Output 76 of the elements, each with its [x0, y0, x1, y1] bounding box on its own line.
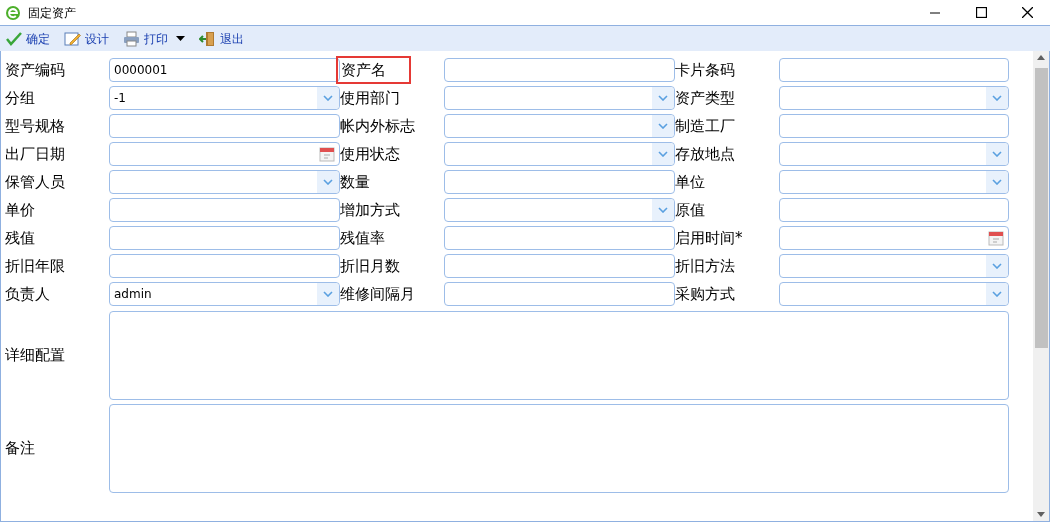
toolbar-button[interactable]: 打印	[121, 27, 187, 50]
field-label: 维修间隔月	[340, 283, 415, 305]
field-label: 资产编码	[5, 59, 65, 81]
calendar-icon[interactable]	[988, 230, 1004, 246]
text-field[interactable]: 0000001	[109, 58, 340, 82]
field-label: 负责人	[5, 283, 50, 305]
text-field[interactable]	[444, 58, 675, 82]
field-label: 残值率	[340, 227, 385, 249]
field-label: 折旧年限	[5, 255, 65, 277]
toolbar-button[interactable]: 确定	[4, 27, 52, 50]
field-label: 单位	[675, 171, 705, 193]
text-field[interactable]	[444, 170, 675, 194]
field-label: 卡片条码	[675, 59, 735, 81]
maximize-icon	[975, 7, 987, 18]
dropdown-field[interactable]	[444, 198, 675, 222]
field-label: 帐内外标志	[340, 115, 415, 137]
dropdown-field[interactable]	[779, 282, 1009, 306]
text-area[interactable]	[109, 404, 1009, 493]
dropdown-field[interactable]	[444, 114, 675, 138]
close-icon	[1021, 7, 1033, 18]
field-label: 使用部门	[340, 87, 400, 109]
text-field[interactable]	[109, 226, 340, 250]
field-label: 启用时间*	[675, 227, 743, 249]
text-field[interactable]	[779, 58, 1009, 82]
app-logo-icon	[5, 4, 21, 21]
printer-icon	[123, 30, 140, 47]
dropdown-field[interactable]	[109, 170, 340, 194]
field-label: 原值	[675, 199, 705, 221]
calendar-icon[interactable]	[319, 146, 335, 162]
text-field[interactable]	[444, 226, 675, 250]
field-label: 出厂日期	[5, 143, 65, 165]
dropdown-field[interactable]	[779, 86, 1009, 110]
dropdown-field[interactable]	[444, 86, 675, 110]
toolbar-button[interactable]: 退出	[197, 27, 246, 50]
dropdown-field[interactable]	[779, 170, 1009, 194]
scrollbar[interactable]	[1033, 51, 1049, 521]
text-field[interactable]	[779, 198, 1009, 222]
dropdown-field[interactable]	[444, 142, 675, 166]
scroll-down-icon[interactable]	[1037, 512, 1045, 517]
field-label: 使用状态	[340, 143, 400, 165]
text-field[interactable]	[109, 114, 340, 138]
dropdown-field[interactable]: -1	[109, 86, 340, 110]
field-label: 增加方式	[340, 199, 400, 221]
scroll-up-icon[interactable]	[1037, 55, 1045, 60]
text-field[interactable]	[109, 198, 340, 222]
field-label: 折旧月数	[340, 255, 400, 277]
field-label: 详细配置	[5, 345, 66, 367]
field-label: 备注	[5, 438, 36, 460]
text-field[interactable]	[779, 114, 1009, 138]
text-area[interactable]	[109, 311, 1009, 400]
text-field[interactable]	[444, 282, 675, 306]
toolbar-button[interactable]: 设计	[62, 27, 111, 50]
field-label: 折旧方法	[675, 255, 735, 277]
window-title: 固定资产	[28, 4, 76, 22]
date-field[interactable]	[779, 226, 1009, 250]
exit-door-icon	[199, 30, 216, 47]
field-label: 型号规格	[5, 115, 65, 137]
dropdown-field[interactable]: admin	[109, 282, 340, 306]
dropdown-field[interactable]	[779, 142, 1009, 166]
text-field[interactable]	[109, 254, 340, 278]
dropdown-field[interactable]	[779, 254, 1009, 278]
date-field[interactable]	[109, 142, 340, 166]
text-field[interactable]	[444, 254, 675, 278]
checkmark-icon	[6, 30, 22, 47]
field-label: 残值	[5, 227, 35, 249]
field-label: 单价	[5, 199, 35, 221]
field-label: 存放地点	[675, 143, 735, 165]
pencil-notepad-icon	[64, 30, 81, 47]
field-label: 采购方式	[675, 283, 735, 305]
field-label: 分组	[5, 87, 35, 109]
field-label: 数量	[340, 171, 370, 193]
field-label: 资产类型	[675, 87, 735, 109]
field-label: 制造工厂	[675, 115, 735, 137]
scrollbar-thumb[interactable]	[1034, 68, 1048, 348]
field-label: 资产名	[336, 56, 411, 84]
field-label: 保管人员	[5, 171, 65, 193]
